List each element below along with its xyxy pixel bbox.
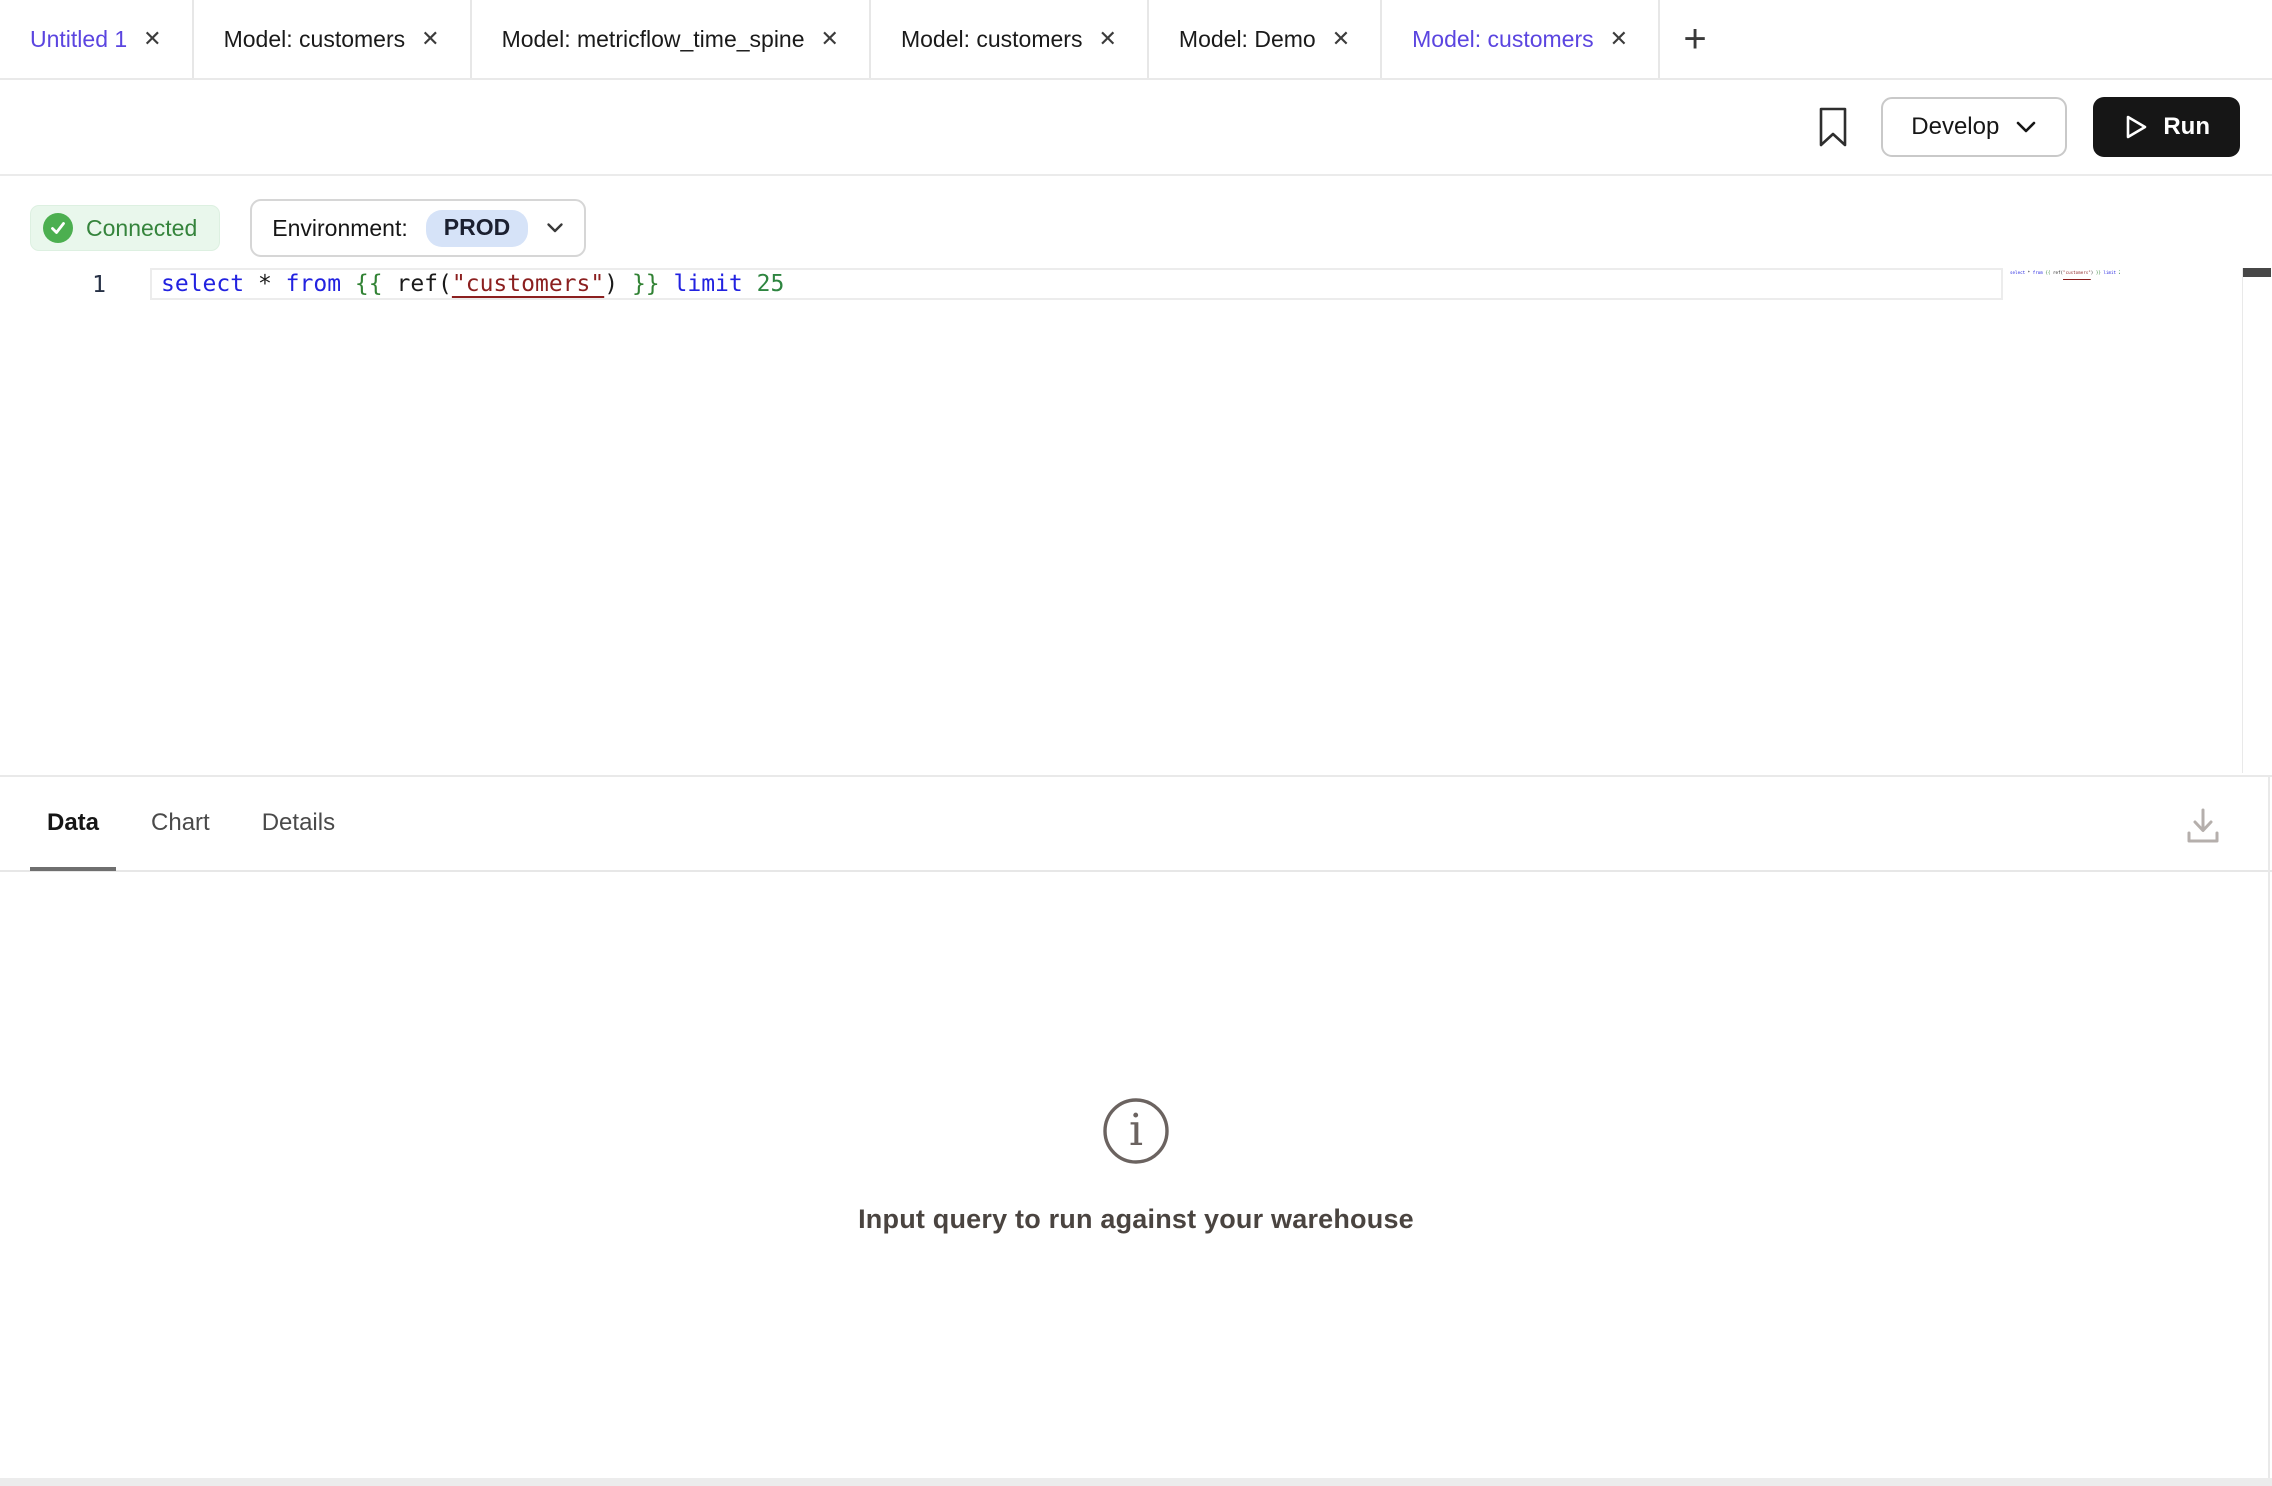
tab-untitled-1[interactable]: Untitled 1 ✕ bbox=[0, 0, 194, 78]
toolbar: Develop Run bbox=[0, 80, 2272, 176]
code-token: from bbox=[286, 271, 341, 297]
close-icon[interactable]: ✕ bbox=[1098, 28, 1116, 50]
line-number-gutter: 1 bbox=[0, 268, 150, 300]
plus-icon: + bbox=[1683, 17, 1706, 62]
code-token: {{ bbox=[355, 271, 383, 297]
code-token bbox=[383, 271, 397, 297]
code-token: 25 bbox=[757, 271, 785, 297]
empty-state: i Input query to run against your wareho… bbox=[858, 1096, 1414, 1235]
run-button[interactable]: Run bbox=[2093, 97, 2240, 157]
tab-label: Model: metricflow_time_spine bbox=[502, 26, 805, 53]
empty-state-message: Input query to run against your warehous… bbox=[858, 1204, 1414, 1235]
tab-label: Model: customers bbox=[901, 26, 1083, 53]
results-panel-header: Data Chart Details bbox=[0, 775, 2272, 872]
close-icon[interactable]: ✕ bbox=[143, 28, 161, 50]
code-editor[interactable]: 1 select * from {{ ref("customers") }} l… bbox=[0, 268, 2272, 300]
close-icon[interactable]: ✕ bbox=[1332, 28, 1350, 50]
ide-window: Untitled 1 ✕ Model: customers ✕ Model: m… bbox=[0, 0, 2272, 1486]
code-token: from bbox=[2033, 270, 2043, 275]
code-token: limit bbox=[2103, 270, 2116, 275]
code-token: ref bbox=[2053, 270, 2061, 275]
tab-label: Model: customers bbox=[224, 26, 406, 53]
tab-details[interactable]: Details bbox=[245, 778, 352, 871]
tab-data[interactable]: Data bbox=[30, 778, 116, 871]
chevron-down-icon bbox=[546, 222, 564, 234]
run-label: Run bbox=[2163, 113, 2210, 141]
code-token: "customers" bbox=[2063, 270, 2091, 275]
editor-section: Connected Environment: PROD 1 select * f… bbox=[0, 176, 2272, 775]
environment-label: Environment: bbox=[272, 215, 408, 242]
code-token bbox=[272, 271, 286, 297]
download-icon bbox=[2180, 803, 2226, 849]
environment-selector[interactable]: Environment: PROD bbox=[250, 199, 586, 257]
tab-bar: Untitled 1 ✕ Model: customers ✕ Model: m… bbox=[0, 0, 2272, 80]
code-token: "customers" bbox=[452, 271, 604, 297]
bookmark-icon bbox=[1816, 105, 1850, 149]
code-token bbox=[244, 271, 258, 297]
minimap: select * from {{ ref("customers") }} lim… bbox=[2010, 268, 2120, 280]
code-token bbox=[618, 271, 632, 297]
download-button[interactable] bbox=[2180, 803, 2226, 849]
info-glyph: i bbox=[1129, 1105, 1143, 1156]
bottom-strip bbox=[0, 1478, 2272, 1486]
results-tabs: Data Chart Details bbox=[30, 777, 352, 870]
tab-label: Model: Demo bbox=[1179, 26, 1316, 53]
code-token: }} bbox=[632, 271, 660, 297]
tab-model-metricflow-time-spine[interactable]: Model: metricflow_time_spine ✕ bbox=[472, 0, 871, 78]
connected-status-badge: Connected bbox=[30, 205, 220, 251]
bookmark-button[interactable] bbox=[1811, 101, 1855, 153]
results-right-border bbox=[2268, 775, 2270, 1478]
code-token bbox=[660, 271, 674, 297]
code-token: ) bbox=[604, 271, 618, 297]
code-token bbox=[341, 271, 355, 297]
play-icon bbox=[2123, 113, 2149, 141]
develop-label: Develop bbox=[1911, 113, 1999, 141]
info-icon: i bbox=[1101, 1096, 1171, 1166]
code-token bbox=[743, 271, 757, 297]
tab-model-customers-3[interactable]: Model: customers ✕ bbox=[1382, 0, 1660, 78]
results-panel-body: i Input query to run against your wareho… bbox=[0, 872, 2272, 1478]
code-token: ( bbox=[438, 271, 452, 297]
tab-chart[interactable]: Chart bbox=[134, 778, 227, 871]
environment-value-pill: PROD bbox=[426, 210, 528, 247]
code-token: limit bbox=[674, 271, 743, 297]
editor-scrollbar-track bbox=[2242, 268, 2243, 773]
code-token: ref bbox=[396, 271, 438, 297]
check-icon bbox=[49, 219, 67, 237]
add-tab-button[interactable]: + bbox=[1660, 0, 1730, 78]
tab-label: Untitled 1 bbox=[30, 26, 127, 53]
code-token: select bbox=[161, 271, 244, 297]
close-icon[interactable]: ✕ bbox=[1610, 28, 1628, 50]
tab-model-customers-2[interactable]: Model: customers ✕ bbox=[871, 0, 1149, 78]
close-icon[interactable]: ✕ bbox=[421, 28, 439, 50]
develop-dropdown-button[interactable]: Develop bbox=[1881, 97, 2067, 157]
close-icon[interactable]: ✕ bbox=[821, 28, 839, 50]
connected-label: Connected bbox=[86, 215, 197, 242]
code-token: select bbox=[2010, 270, 2025, 275]
tab-model-customers-1[interactable]: Model: customers ✕ bbox=[194, 0, 472, 78]
chevron-down-icon bbox=[2015, 120, 2037, 134]
tab-model-demo[interactable]: Model: Demo ✕ bbox=[1149, 0, 1382, 78]
editor-scrollbar-thumb[interactable] bbox=[2243, 268, 2271, 277]
connection-status-row: Connected Environment: PROD bbox=[0, 176, 2272, 258]
code-line-1[interactable]: select * from {{ ref("customers") }} lim… bbox=[150, 268, 2003, 300]
code-token: 25 bbox=[2119, 270, 2120, 275]
code-token: * bbox=[258, 271, 272, 297]
connected-check-circle bbox=[43, 213, 73, 243]
tab-label: Model: customers bbox=[1412, 26, 1594, 53]
